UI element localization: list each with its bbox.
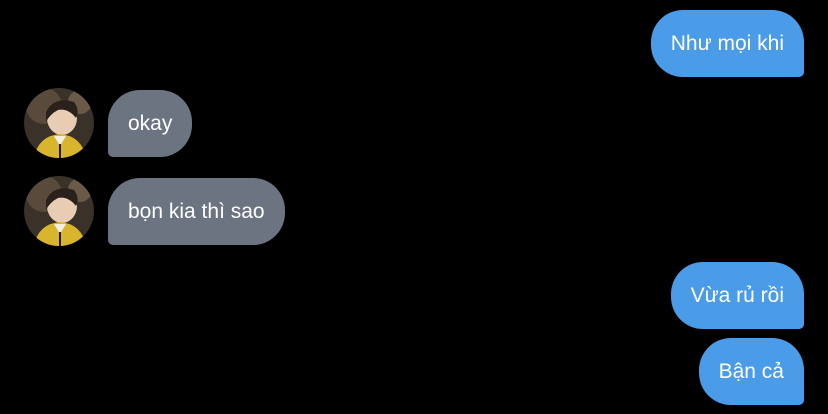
- message-text: Bận cả: [718, 360, 784, 383]
- message-text: bọn kia thì sao: [128, 200, 265, 223]
- outgoing-message-bubble[interactable]: Bận cả: [698, 338, 804, 405]
- chat-thread: Như mọi khi okay bọn kia thì sao Vừa rủ …: [0, 0, 828, 414]
- avatar-photo-icon: [24, 88, 94, 158]
- message-text: Vừa rủ rồi: [690, 284, 784, 307]
- contact-avatar[interactable]: [24, 88, 94, 158]
- outgoing-message-bubble[interactable]: Như mọi khi: [650, 10, 804, 77]
- message-text: Như mọi khi: [670, 32, 784, 55]
- incoming-message-bubble[interactable]: bọn kia thì sao: [108, 178, 285, 245]
- contact-avatar[interactable]: [24, 176, 94, 246]
- message-text: okay: [128, 112, 173, 135]
- outgoing-message-bubble[interactable]: Vừa rủ rồi: [670, 262, 804, 329]
- incoming-message-bubble[interactable]: okay: [108, 90, 193, 157]
- avatar-photo-icon: [24, 176, 94, 246]
